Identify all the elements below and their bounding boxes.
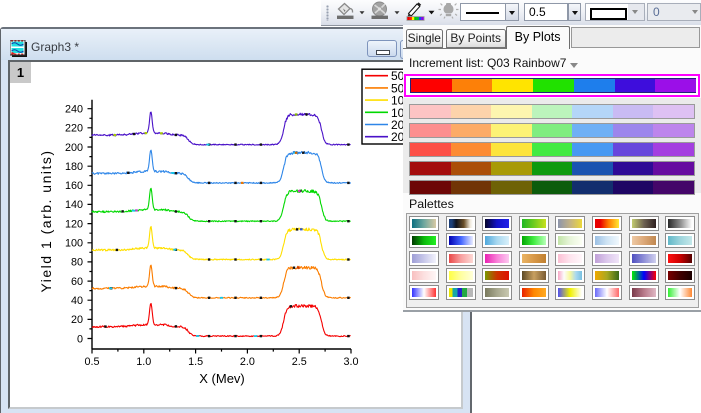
svg-text:0.5: 0.5: [84, 356, 99, 368]
svg-text:Yield 1 (arb. units): Yield 1 (arb. units): [38, 149, 54, 292]
svg-text:2.0: 2.0: [240, 356, 255, 368]
svg-text:200: 200: [65, 142, 83, 154]
svg-text:X (Mev): X (Mev): [199, 371, 245, 386]
svg-text:140: 140: [65, 199, 83, 211]
svg-text:220: 220: [65, 123, 83, 135]
svg-text:20: 20: [71, 314, 83, 326]
svg-text:1.0: 1.0: [136, 356, 151, 368]
svg-text:0: 0: [77, 333, 83, 345]
svg-text:1.5: 1.5: [188, 356, 203, 368]
svg-text:80: 80: [71, 257, 83, 269]
svg-text:100: 100: [65, 238, 83, 250]
svg-text:120: 120: [65, 218, 83, 230]
svg-text:160: 160: [65, 180, 83, 192]
svg-text:40: 40: [71, 295, 83, 307]
svg-text:2.5: 2.5: [292, 356, 307, 368]
svg-text:3.0: 3.0: [343, 356, 358, 368]
svg-text:180: 180: [65, 161, 83, 173]
svg-text:240: 240: [65, 104, 83, 116]
svg-text:60: 60: [71, 276, 83, 288]
